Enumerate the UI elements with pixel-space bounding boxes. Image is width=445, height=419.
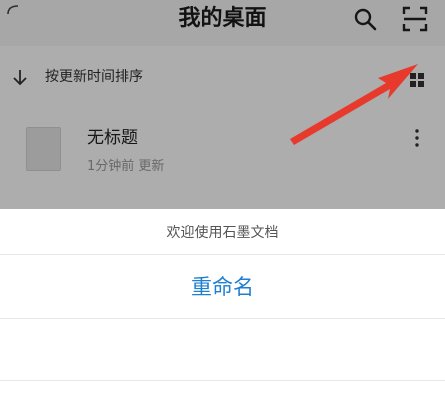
sheet-option-2[interactable] [0,335,445,363]
divider [0,380,445,381]
divider [0,254,445,255]
dim-overlay[interactable] [0,0,445,209]
sheet-option-3[interactable] [0,395,445,419]
rename-option[interactable]: 重命名 [0,273,445,301]
action-sheet: 欢迎使用石墨文档 重命名 [0,209,445,419]
sheet-title: 欢迎使用石墨文档 [166,225,279,241]
divider [0,318,445,319]
